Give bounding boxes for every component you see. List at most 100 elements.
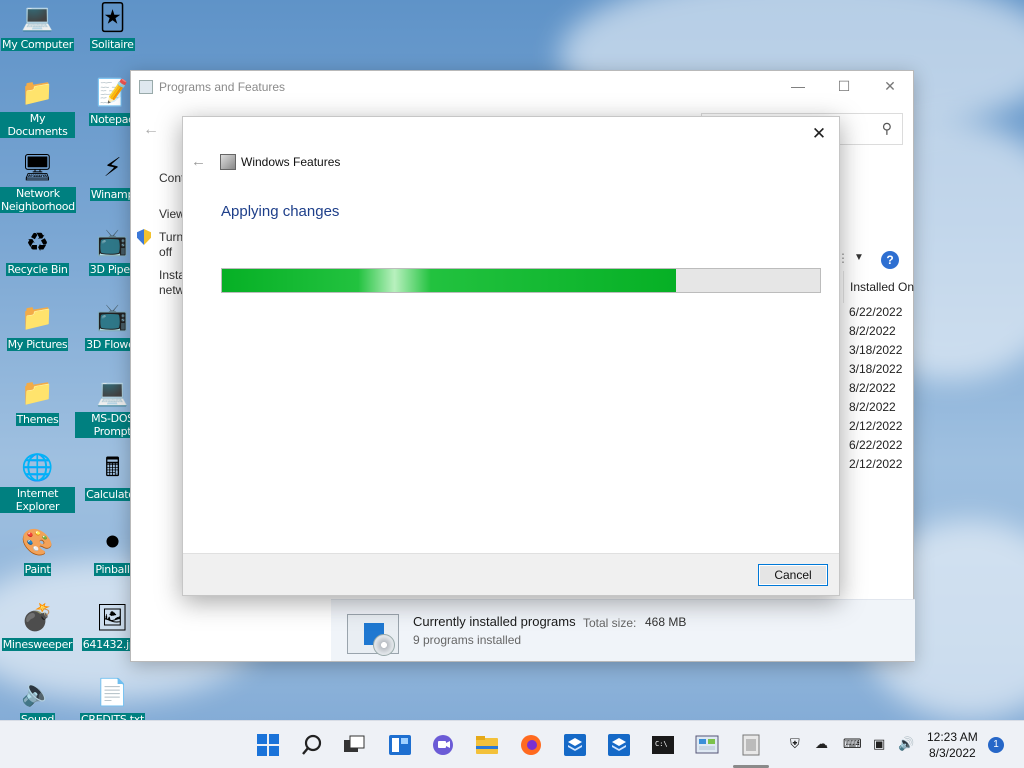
minimize-button[interactable]: —	[775, 71, 821, 102]
installed-date-cell: 6/22/2022	[849, 438, 903, 452]
image-file-icon: 🖼	[95, 602, 129, 632]
turn-features-link[interactable]: Turn off	[159, 230, 183, 260]
desktop-icon-my-documents[interactable]: 📁 My Documents	[0, 75, 75, 138]
help-icon[interactable]: ?	[881, 251, 899, 269]
control-panel-taskbar-icon[interactable]	[695, 733, 719, 757]
window-title: Programs and Features	[159, 79, 286, 94]
desktop-icon-my-pictures[interactable]: 📁 My Pictures	[0, 300, 75, 351]
folder-icon: 📁	[21, 77, 54, 107]
installed-date-cell: 3/18/2022	[849, 362, 903, 376]
desktop-icon-label: Network Neighborhood	[0, 187, 76, 213]
progress-bar	[221, 268, 821, 293]
chat-icon[interactable]	[431, 733, 455, 757]
system-clock[interactable]: 12:23 AM 8/3/2022	[927, 729, 978, 761]
control-panel-home-link[interactable]: Cont	[159, 171, 184, 186]
onedrive-cloud-icon[interactable]: ☁	[815, 736, 828, 752]
sandbox-app-icon[interactable]	[563, 733, 587, 757]
desktop-icon-label: Recycle Bin	[6, 263, 69, 276]
desktop-icon-sound[interactable]: 🔈Sound	[0, 675, 75, 726]
cancel-button[interactable]: Cancel	[758, 564, 828, 586]
programs-count: 9 programs installed	[413, 633, 522, 647]
widgets-icon[interactable]	[388, 733, 412, 757]
close-button[interactable]: ✕	[867, 71, 913, 102]
dialog-title: Windows Features	[241, 155, 341, 169]
progress-fill	[222, 269, 677, 292]
computer-icon: 💻	[21, 2, 54, 32]
msdos-icon: 💻	[96, 377, 129, 407]
installed-date-cell: 8/2/2022	[849, 381, 896, 395]
installed-on-header[interactable]: Installed On	[843, 271, 915, 303]
file-explorer-icon[interactable]	[475, 733, 499, 757]
taskbar: C:\ ⛨ ☁ ⌨ ▣ 🔊 12:23 AM 8/3/2022 1	[0, 720, 1024, 768]
search-icon[interactable]	[300, 733, 324, 757]
applying-changes-heading: Applying changes	[221, 203, 340, 220]
search-icon[interactable]: ⚲	[882, 120, 892, 137]
clock-date: 8/3/2022	[928, 746, 976, 760]
desktop-icon-label: Notepad	[89, 113, 136, 126]
minesweeper-icon: 💣	[21, 602, 54, 632]
network-icon[interactable]: ▣	[873, 736, 885, 752]
screensaver-icon: 📺	[96, 227, 129, 257]
back-arrow-icon: ←	[191, 153, 206, 170]
desktop-icon-label: My Pictures	[6, 338, 69, 351]
volume-icon[interactable]: 🔊	[898, 736, 914, 752]
dialog-close-button[interactable]: ✕	[807, 122, 831, 146]
installed-date-cell: 8/2/2022	[849, 400, 896, 414]
desktop-icon-my-computer[interactable]: 💻 My Computer	[0, 0, 75, 51]
installed-dates-list: 6/22/2022 8/2/2022 3/18/2022 3/18/2022 8/2/2…	[843, 303, 915, 474]
paint-icon: 🎨	[21, 527, 54, 557]
winamp-icon: ⚡	[103, 152, 122, 182]
pinball-icon: ⚫	[101, 527, 124, 557]
desktop-icon-paint[interactable]: 🎨 Paint	[0, 525, 75, 576]
turn-features-line1: Turn	[159, 230, 184, 244]
installed-date-cell: 2/12/2022	[849, 457, 903, 471]
firefox-icon[interactable]	[519, 733, 543, 757]
sandbox-app-icon-2[interactable]	[607, 733, 631, 757]
desktop-icon-recycle-bin[interactable]: ♻ Recycle Bin	[0, 225, 75, 276]
turn-features-line2: off	[159, 245, 173, 259]
shield-icon	[137, 229, 151, 245]
installed-date-cell: 6/22/2022	[849, 305, 903, 319]
keyboard-icon[interactable]: ⌨	[843, 736, 862, 752]
windows-features-taskbar-icon[interactable]	[739, 733, 763, 757]
view-options-dropdown-icon[interactable]: ▼	[854, 252, 864, 263]
desktop-icon-themes[interactable]: 📁 Themes	[0, 375, 75, 426]
desktop-icon-network-neighborhood[interactable]: 🖥 Network Neighborhood	[0, 150, 76, 213]
installed-date-cell: 3/18/2022	[849, 343, 903, 357]
windows-features-icon	[220, 154, 236, 170]
recycle-bin-icon: ♻	[25, 227, 50, 257]
task-view-icon[interactable]	[342, 733, 366, 757]
desktop-icon-label: Themes	[15, 413, 60, 426]
terminal-icon[interactable]: C:\	[651, 733, 675, 757]
back-arrow-icon[interactable]: ←	[143, 121, 159, 139]
maximize-button[interactable]: ☐	[821, 71, 867, 102]
ie-icon: 🌐	[21, 452, 54, 482]
folder-icon: 📁	[21, 302, 54, 332]
desktop-icon-label: Paint	[23, 563, 52, 576]
installed-date-cell: 8/2/2022	[849, 324, 896, 338]
desktop-icon-label: My Computer	[1, 38, 74, 51]
notification-badge[interactable]: 1	[988, 737, 1004, 753]
window-controls: — ☐ ✕	[775, 71, 913, 102]
clock-time: 12:23 AM	[927, 730, 978, 744]
windows-features-dialog: ✕ ← Windows Features Applying changes Ca…	[182, 116, 840, 596]
desktop-icon-label: Winamp	[89, 188, 136, 201]
security-shield-icon[interactable]: ⛨	[790, 736, 800, 752]
cards-icon: 🃏	[99, 2, 126, 32]
desktop-icon-internet-explorer[interactable]: 🌐 Internet Explorer	[0, 450, 75, 513]
desktop-icon-credits-txt[interactable]: 📄CREDITS.txt	[75, 675, 150, 726]
desktop-icon-solitaire[interactable]: 🃏 Solitaire	[75, 0, 150, 51]
desktop-icon-label: Solitaire	[90, 38, 135, 51]
installed-programs-title: Currently installed programs	[413, 614, 576, 629]
start-icon[interactable]	[256, 733, 280, 757]
desktop-icon-label: Internet Explorer	[0, 487, 75, 513]
desktop-icon-minesweeper[interactable]: 💣 Minesweeper	[0, 600, 75, 651]
installed-on-column: Installed On 6/22/2022 8/2/2022 3/18/2022 3…	[843, 271, 915, 474]
speaker-icon: 🔈	[21, 677, 54, 707]
screensaver-icon: 📺	[96, 302, 129, 332]
calculator-icon: 🖩	[104, 452, 121, 482]
total-size-value: 468 MB	[645, 615, 687, 629]
svg-text:C:\: C:\	[655, 740, 668, 748]
view-updates-link[interactable]: View	[159, 207, 185, 222]
desktop-icon-label: Minesweeper	[1, 638, 74, 651]
